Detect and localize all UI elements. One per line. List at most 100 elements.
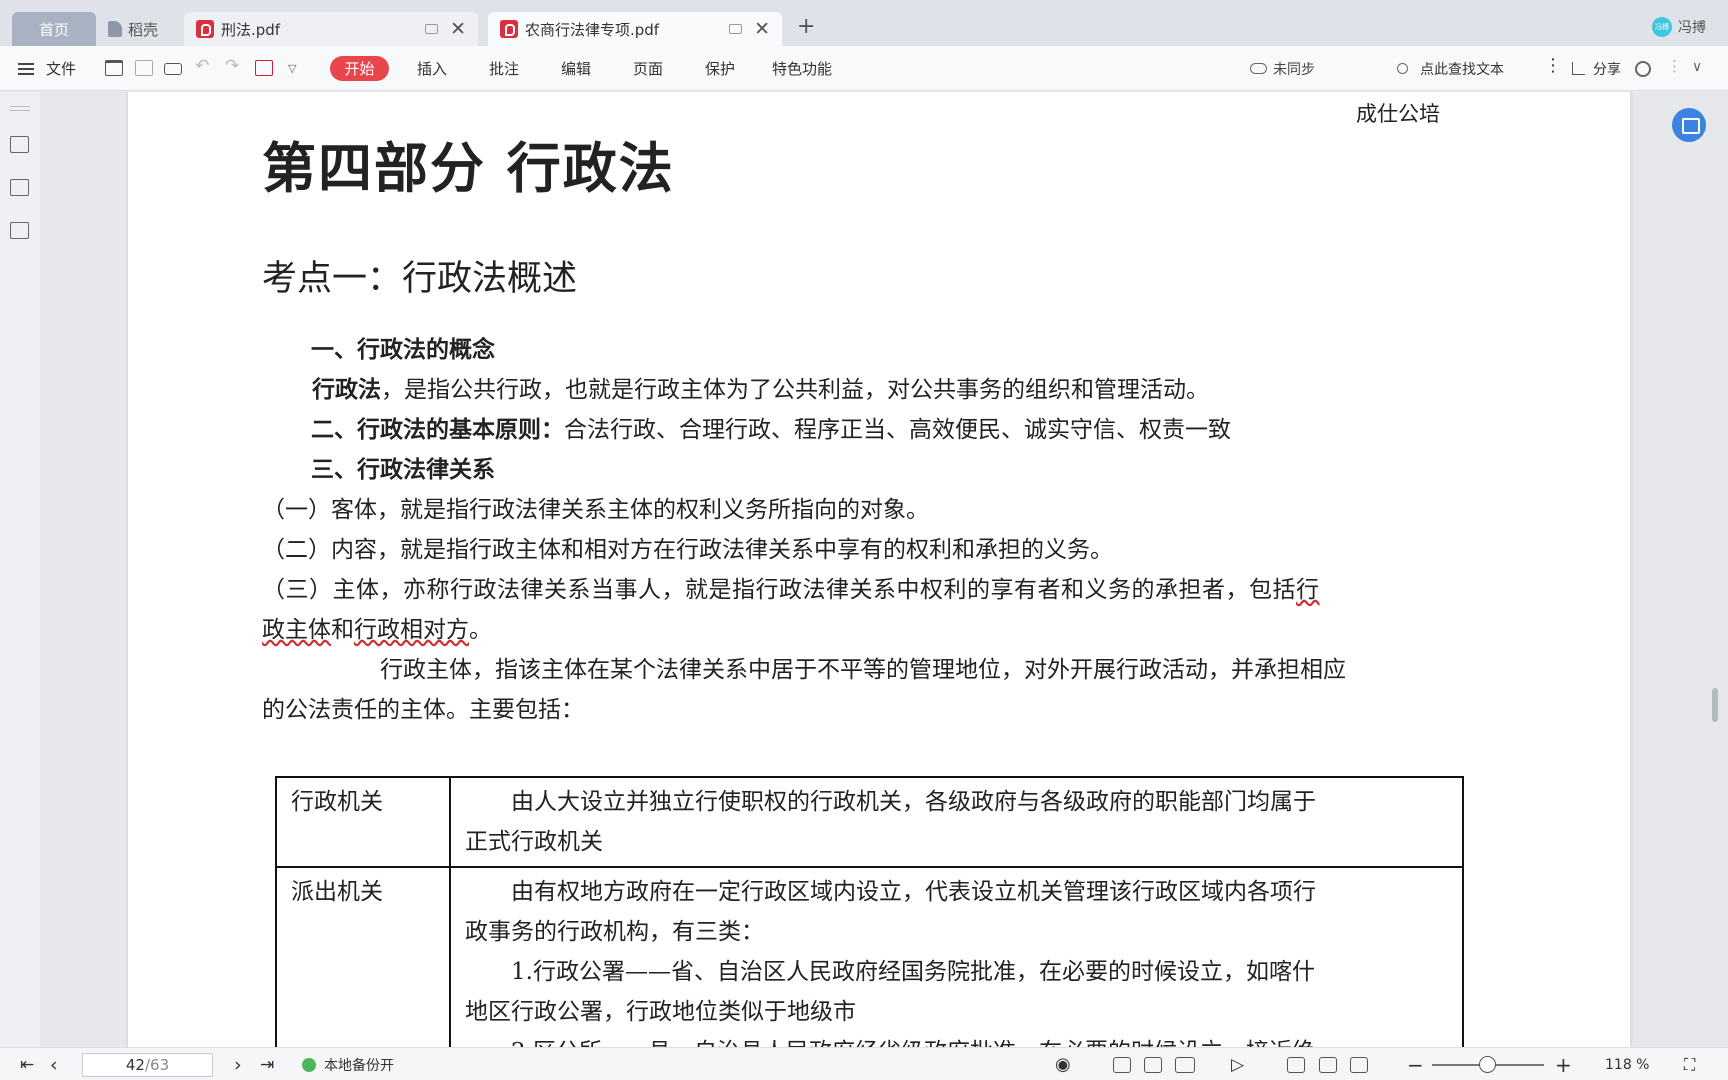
bookmark-pages-icon[interactable]: [10, 179, 29, 196]
page-total: /63: [144, 1056, 170, 1074]
tab-home-label: 首页: [38, 20, 69, 39]
play-icon[interactable]: ▷: [1231, 1048, 1244, 1080]
vertical-scrollbar[interactable]: [1712, 688, 1718, 722]
pdf-icon: [196, 20, 214, 38]
menu-protect[interactable]: 保护: [705, 46, 735, 91]
paragraph-object: （一）客体，就是指行政法律关系主体的权利义务所指向的对象。: [262, 497, 929, 523]
underlined-term: 政主体: [262, 617, 331, 643]
paragraph-admin-subject: 行政主体，指该主体在某个法律关系中居于不平等的管理地位，对外开展行政活动，并承担…: [380, 657, 1346, 683]
sync-label: 未同步: [1273, 61, 1315, 78]
fullscreen-icon[interactable]: ⛶: [1684, 1048, 1695, 1080]
cell-line: 由人大设立并独立行使职权的行政机关，各级政府与各级政府的职能部门均属于: [511, 789, 1316, 815]
menu-page[interactable]: 页面: [633, 46, 663, 91]
page-title: 第四部分 行政法: [262, 136, 675, 200]
next-page-icon[interactable]: ›: [234, 1048, 242, 1080]
menu-edit[interactable]: 编辑: [561, 46, 591, 91]
single-page-icon[interactable]: [1113, 1057, 1131, 1073]
table-cell-key: 派出机关: [275, 866, 451, 1047]
subheading-relations: 三、行政法律关系: [311, 456, 495, 483]
drag-handle-icon[interactable]: [10, 106, 30, 111]
two-page-icon[interactable]: [1175, 1057, 1195, 1073]
local-backup[interactable]: 本地备份开: [302, 1048, 394, 1080]
subjects-table: 行政机关 由人大设立并独立行使职权的行政机关，各级政府与各级政府的职能部门均属于…: [275, 776, 1464, 1047]
table-row: 派出机关 由有权地方政府在一定行政区域内设立，代表设立机关管理该行政区域内各项行…: [275, 866, 1464, 1047]
search-icon: [1397, 63, 1408, 74]
main-menu-button[interactable]: [18, 46, 36, 91]
docer-icon: [108, 21, 122, 37]
tab-file-law-special[interactable]: 农商行法律专项.pdf ✕: [488, 12, 782, 46]
fit-width-icon[interactable]: [1350, 1057, 1368, 1073]
section-heading: 考点一：行政法概述: [262, 259, 578, 299]
open-folder-icon[interactable]: [105, 60, 123, 76]
undo-icon[interactable]: ↶: [195, 56, 213, 76]
close-tab-icon[interactable]: ✕: [754, 19, 770, 39]
menu-annotate[interactable]: 批注: [489, 46, 519, 91]
table-cell-key: 行政机关: [275, 776, 451, 868]
zoom-in-icon[interactable]: +: [1555, 1048, 1572, 1080]
last-page-icon[interactable]: ⇥: [260, 1048, 274, 1080]
tab-file-label: 刑法.pdf: [221, 20, 281, 39]
redo-icon[interactable]: ↷: [225, 56, 243, 76]
collapse-toolbar-icon[interactable]: ∨: [1692, 59, 1702, 75]
tab-docer-label: 稻壳: [128, 20, 159, 39]
sync-status[interactable]: 未同步: [1250, 46, 1315, 91]
paragraph-content: （二）内容，就是指行政主体和相对方在行政法律关系中享有的权利和承担的义务。: [262, 537, 1113, 563]
first-page-icon[interactable]: ⇤: [20, 1048, 34, 1080]
table-cell-value: 由有权地方政府在一定行政区域内设立，代表设立机关管理该行政区域内各项行 政事务的…: [449, 866, 1464, 1047]
table-cell-value: 由人大设立并独立行使职权的行政机关，各级政府与各级政府的职能部门均属于 正式行政…: [449, 776, 1464, 868]
table-row: 行政机关 由人大设立并独立行使职权的行政机关，各级政府与各级政府的职能部门均属于…: [275, 776, 1464, 868]
tab-docer[interactable]: 稻壳: [104, 12, 178, 46]
user-account[interactable]: 冯搏 冯搏: [1652, 17, 1706, 37]
more-icon[interactable]: ⋮: [1667, 57, 1682, 75]
cell-line: 政事务的行政机构，有三类：: [465, 919, 764, 945]
close-tab-icon[interactable]: ✕: [450, 19, 466, 39]
share-button[interactable]: 分享: [1572, 46, 1621, 91]
page-current: 42: [125, 1056, 145, 1074]
tab-file-criminal-law[interactable]: 刑法.pdf ✕: [184, 12, 478, 46]
backup-status-icon: [302, 1057, 316, 1072]
monitor-icon[interactable]: [729, 24, 743, 34]
find-text[interactable]: 点此查找文本: [1397, 46, 1504, 91]
paragraph-subject: （三）主体，亦称行政法律关系当事人，就是指行政法律关系中权利的享有者和义务的承担…: [262, 570, 1320, 610]
chevron-down-icon[interactable]: ▽: [288, 62, 306, 78]
zoom-out-icon[interactable]: −: [1407, 1048, 1424, 1080]
toolbar: 文件 ↶ ↷ ▽ 开始 插入 批注 编辑 页面 保护 特色功能 未同步 点此查找…: [0, 46, 1728, 91]
save-icon[interactable]: [135, 60, 153, 76]
actual-size-icon[interactable]: [1287, 1057, 1305, 1073]
new-tab-button[interactable]: +: [797, 14, 815, 39]
cell-line: 地区行政公署，行政地位类似于地级市: [465, 999, 856, 1025]
monitor-icon[interactable]: [425, 24, 439, 34]
print-icon[interactable]: [164, 63, 182, 75]
tab-home[interactable]: 首页: [12, 12, 96, 46]
zoom-slider-handle[interactable]: [1479, 1056, 1496, 1073]
more-options-icon[interactable]: ⋮: [1544, 55, 1562, 76]
export-pdf-icon[interactable]: [255, 60, 273, 76]
cloud-icon: [1250, 63, 1267, 74]
text-run: （三）主体，亦称行政法律关系当事人，就是指行政法律关系中权利的享有者和义务的承担…: [262, 577, 1296, 603]
thumbnail-icon[interactable]: [10, 136, 29, 153]
file-menu[interactable]: 文件: [46, 46, 76, 91]
floating-tool-button[interactable]: [1672, 108, 1706, 142]
continuous-page-icon[interactable]: [1144, 1057, 1162, 1073]
paragraph-admin-subject-cont: 的公法责任的主体。主要包括：: [262, 697, 584, 723]
cell-line: 正式行政机关: [465, 829, 603, 855]
prev-page-icon[interactable]: ‹: [50, 1048, 58, 1080]
pdf-icon: [500, 20, 518, 38]
zoom-level[interactable]: 118 %: [1605, 1048, 1649, 1080]
page-number-input[interactable]: 42/63: [82, 1053, 213, 1077]
share-icon: [1572, 62, 1585, 75]
text-run: 。: [469, 617, 492, 643]
paragraph-subject-cont: 政主体和行政相对方。: [262, 610, 492, 650]
gear-icon[interactable]: [1635, 61, 1651, 77]
page-header: 成仕公培: [1356, 102, 1440, 126]
menu-features[interactable]: 特色功能: [772, 46, 832, 91]
underlined-term: 行: [1296, 577, 1320, 603]
menu-start[interactable]: 开始: [330, 56, 389, 81]
avatar: 冯搏: [1652, 17, 1672, 37]
eye-protection-icon[interactable]: ◉: [1055, 1048, 1071, 1080]
backup-label: 本地备份开: [324, 1057, 394, 1074]
outline-list-icon[interactable]: [10, 222, 29, 239]
fit-page-icon[interactable]: [1319, 1057, 1337, 1073]
menu-insert[interactable]: 插入: [417, 46, 447, 91]
document-viewport[interactable]: 成仕公培 第四部分 行政法 考点一：行政法概述 一、行政法的概念 行政法，是指公…: [40, 92, 1728, 1047]
